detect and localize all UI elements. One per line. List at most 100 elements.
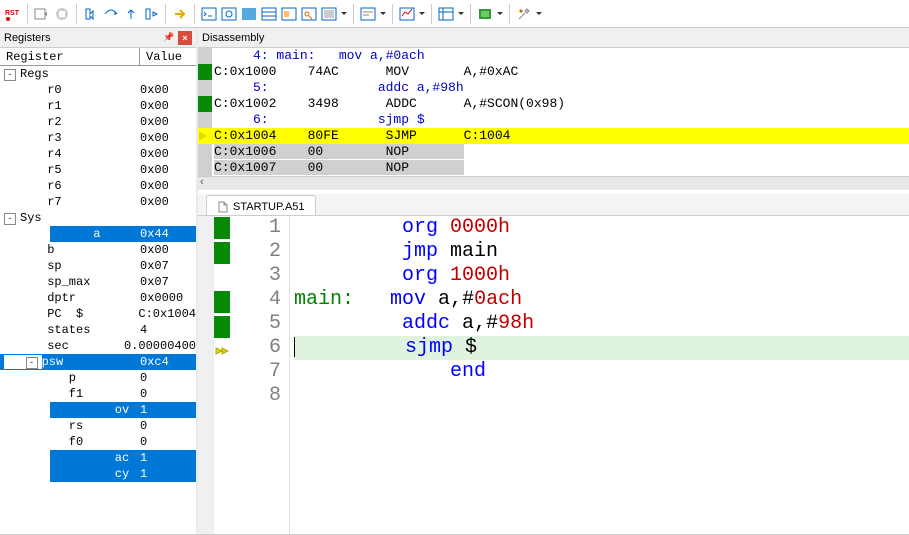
gutter-marker bbox=[198, 80, 212, 96]
gutter-marker bbox=[198, 64, 212, 80]
register-row[interactable]: r20x00 bbox=[0, 114, 196, 130]
callstack-window-icon[interactable] bbox=[280, 5, 298, 23]
source-line[interactable]: jmp main bbox=[294, 240, 909, 264]
value-col-header[interactable]: Value bbox=[140, 48, 196, 65]
register-row[interactable]: b0x00 bbox=[0, 242, 196, 258]
gutter-marker bbox=[198, 48, 212, 64]
source-line[interactable]: main: mov a,#0ach bbox=[294, 288, 909, 312]
register-row[interactable]: r30x00 bbox=[0, 130, 196, 146]
disasm-row[interactable]: C:0x1006 00 NOP bbox=[198, 144, 909, 160]
analysis-window-icon[interactable] bbox=[398, 5, 416, 23]
register-row[interactable]: f10 bbox=[0, 386, 196, 402]
pin-icon[interactable]: 📌 bbox=[162, 31, 176, 45]
register-row[interactable]: -Sys bbox=[0, 210, 196, 226]
register-row[interactable]: f00 bbox=[0, 434, 196, 450]
register-row[interactable]: sec0.00000400 bbox=[0, 338, 196, 354]
register-row[interactable]: r10x00 bbox=[0, 98, 196, 114]
register-row[interactable]: PC $C:0x1004 bbox=[0, 306, 196, 322]
trace-window-icon[interactable] bbox=[437, 5, 455, 23]
run-to-cursor-icon[interactable] bbox=[142, 5, 160, 23]
disassembly-title: Disassembly bbox=[202, 32, 264, 44]
source-line[interactable]: end bbox=[294, 360, 909, 384]
system-viewer-icon[interactable] bbox=[476, 5, 494, 23]
source-line[interactable] bbox=[294, 384, 909, 408]
breakpoint-marker[interactable] bbox=[214, 291, 230, 313]
serial-window-icon[interactable] bbox=[359, 5, 377, 23]
line-number: 4 bbox=[230, 288, 281, 312]
source-line[interactable]: sjmp $ bbox=[294, 336, 909, 360]
step-into-icon[interactable] bbox=[82, 5, 100, 23]
disasm-row[interactable]: C:0x1000 74AC MOV A,#0xAC bbox=[198, 64, 909, 80]
show-next-icon[interactable] bbox=[171, 5, 189, 23]
register-row[interactable]: r00x00 bbox=[0, 82, 196, 98]
register-row[interactable]: dptr0x0000 bbox=[0, 290, 196, 306]
register-row[interactable]: sp0x07 bbox=[0, 258, 196, 274]
disasm-row[interactable]: 6: sjmp $ bbox=[198, 112, 909, 128]
main-toolbar: RST bbox=[0, 0, 909, 28]
tools-dropdown[interactable] bbox=[535, 12, 543, 15]
expand-icon[interactable]: - bbox=[4, 69, 16, 81]
trace-dropdown[interactable] bbox=[457, 12, 465, 15]
registers-title: Registers bbox=[4, 32, 50, 44]
register-row[interactable]: sp_max0x07 bbox=[0, 274, 196, 290]
register-tree[interactable]: -Regs r00x00 r10x00 r20x00 r30x00 r40x00… bbox=[0, 66, 196, 534]
line-number: 5 bbox=[230, 312, 281, 336]
register-row[interactable]: ov1 bbox=[0, 402, 196, 418]
disasm-row[interactable]: C:0x1007 00 NOP bbox=[198, 160, 909, 176]
memory-window-dropdown[interactable] bbox=[340, 12, 348, 15]
analysis-window-dropdown[interactable] bbox=[418, 12, 426, 15]
gutter-marker bbox=[198, 112, 212, 128]
symbols-window-icon[interactable] bbox=[240, 5, 258, 23]
source-line[interactable]: addc a,#98h bbox=[294, 312, 909, 336]
tab-startup[interactable]: STARTUP.A51 bbox=[206, 195, 316, 215]
register-col-header[interactable]: Register bbox=[0, 48, 140, 65]
breakpoint-marker[interactable] bbox=[214, 242, 230, 264]
disasm-row[interactable]: C:0x1004 80FE SJMP C:1004 bbox=[198, 128, 909, 144]
watch-window-icon[interactable] bbox=[300, 5, 318, 23]
register-row[interactable]: r50x00 bbox=[0, 162, 196, 178]
close-icon[interactable]: × bbox=[178, 31, 192, 45]
register-row[interactable]: states4 bbox=[0, 322, 196, 338]
line-number: 1 bbox=[230, 216, 281, 240]
register-row[interactable]: ac1 bbox=[0, 450, 196, 466]
source-line[interactable]: org 0000h bbox=[294, 216, 909, 240]
step-out-icon[interactable] bbox=[122, 5, 140, 23]
serial-window-dropdown[interactable] bbox=[379, 12, 387, 15]
run-icon[interactable] bbox=[33, 5, 51, 23]
register-row[interactable]: r70x00 bbox=[0, 194, 196, 210]
source-line[interactable]: org 1000h bbox=[294, 264, 909, 288]
register-row[interactable]: -psw0xc4 bbox=[0, 354, 196, 370]
disasm-row[interactable]: 4: main: mov a,#0ach bbox=[198, 48, 909, 64]
register-row[interactable]: p0 bbox=[0, 370, 196, 386]
expand-icon[interactable]: - bbox=[4, 213, 16, 225]
gutter-marker bbox=[198, 128, 212, 144]
disasm-row[interactable]: 5: addc a,#98h bbox=[198, 80, 909, 96]
register-row[interactable]: r40x00 bbox=[0, 146, 196, 162]
breakpoint-marker[interactable] bbox=[214, 316, 230, 338]
line-number: 6 bbox=[230, 336, 281, 360]
register-row[interactable]: cy1 bbox=[0, 466, 196, 482]
breakpoint-marker[interactable] bbox=[214, 217, 230, 239]
gutter-marker bbox=[198, 160, 212, 176]
stop-icon[interactable] bbox=[53, 5, 71, 23]
registers-window-icon[interactable] bbox=[260, 5, 278, 23]
disassembly-view[interactable]: 4: main: mov a,#0ach C:0x1000 74AC MOV A… bbox=[198, 48, 909, 176]
register-row[interactable]: -Regs bbox=[0, 66, 196, 82]
register-row[interactable]: rs0 bbox=[0, 418, 196, 434]
gutter-marker bbox=[198, 144, 212, 160]
command-window-icon[interactable] bbox=[200, 5, 218, 23]
disasm-window-icon[interactable] bbox=[220, 5, 238, 23]
step-over-icon[interactable] bbox=[102, 5, 120, 23]
memory-window-icon[interactable] bbox=[320, 5, 338, 23]
disasm-row[interactable]: C:0x1002 3498 ADDC A,#SCON(0x98) bbox=[198, 96, 909, 112]
system-viewer-dropdown[interactable] bbox=[496, 12, 504, 15]
expand-icon[interactable]: - bbox=[26, 357, 38, 369]
register-row[interactable]: r60x00 bbox=[0, 178, 196, 194]
reset-icon[interactable]: RST bbox=[4, 5, 22, 23]
tools-icon[interactable] bbox=[515, 5, 533, 23]
line-number: 3 bbox=[230, 264, 281, 288]
horizontal-scrollbar[interactable] bbox=[198, 176, 909, 190]
source-editor[interactable]: 12345678 org 0000h jmp main org 1000hmai… bbox=[198, 216, 909, 534]
line-number: 7 bbox=[230, 360, 281, 384]
register-row[interactable]: a0x44 bbox=[0, 226, 196, 242]
